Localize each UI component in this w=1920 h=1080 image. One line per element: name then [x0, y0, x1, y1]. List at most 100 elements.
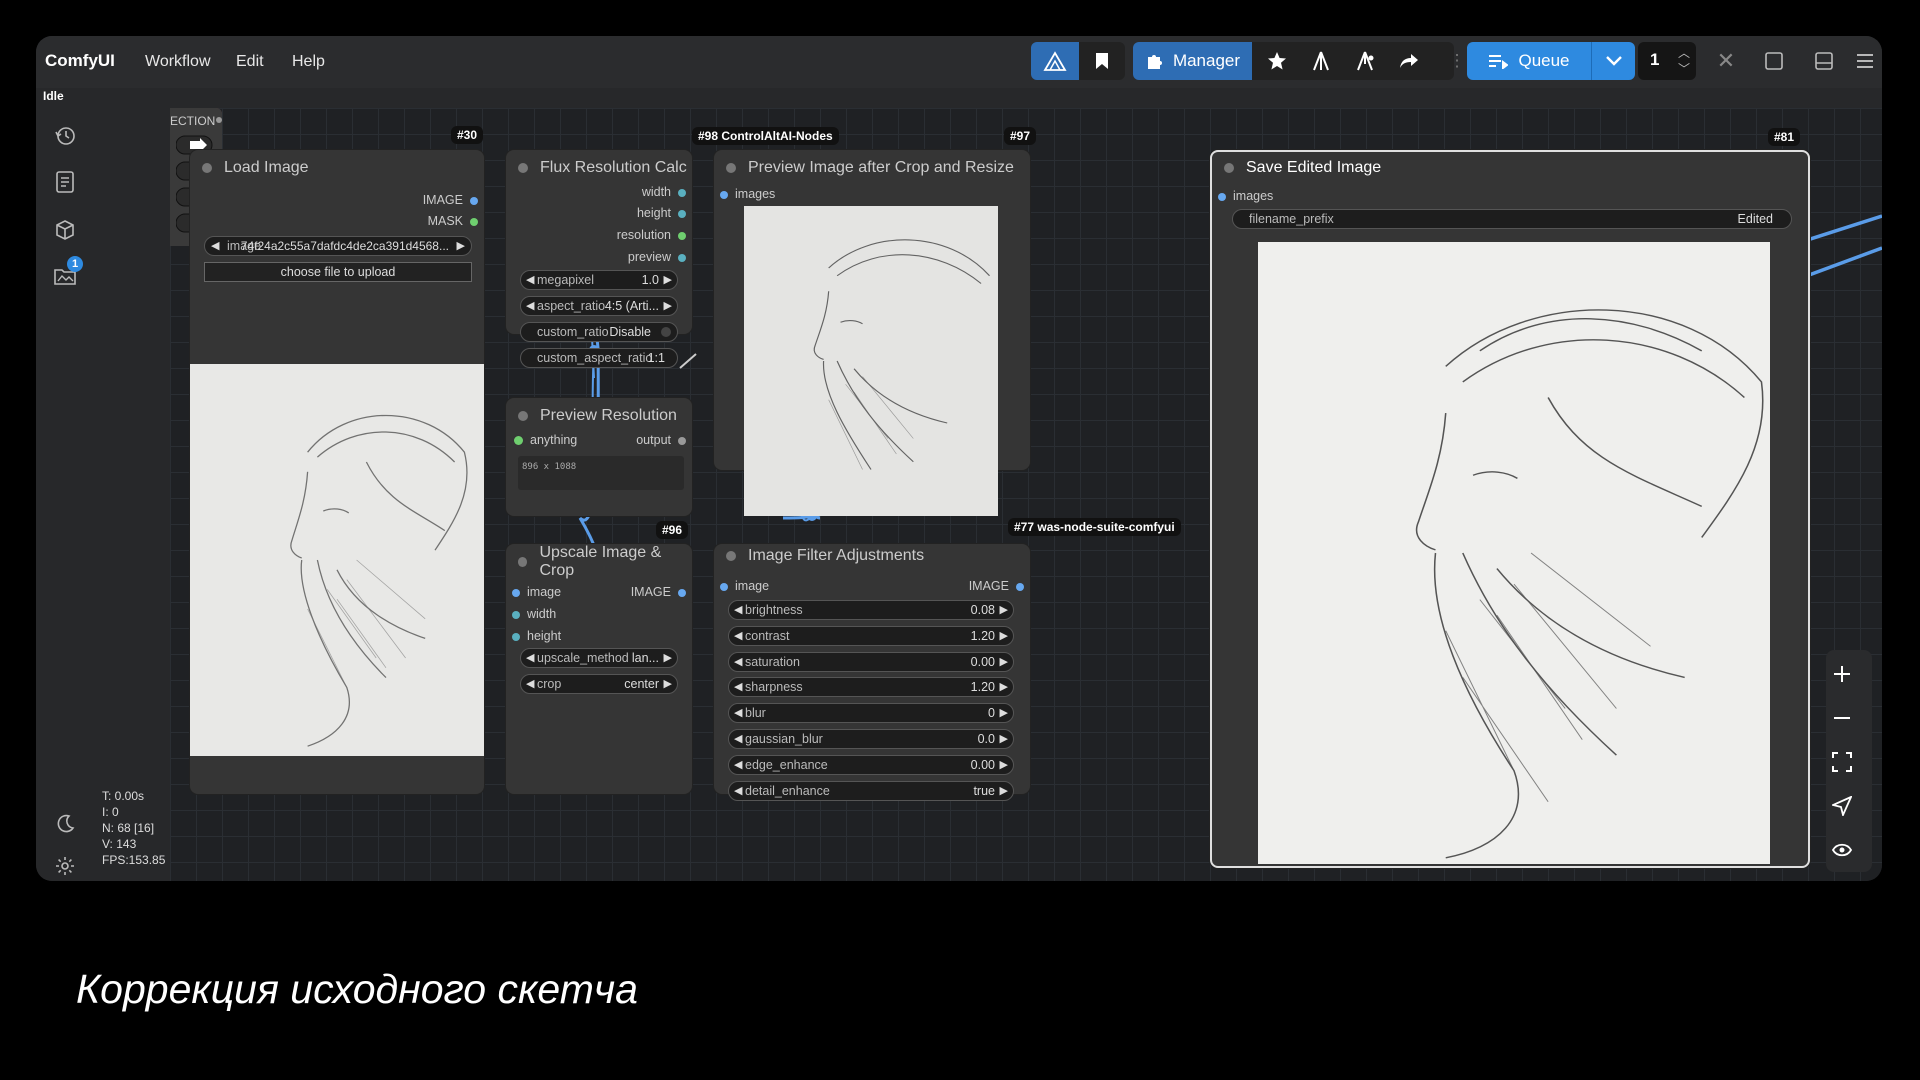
toolbar-drag-handle[interactable]: ⋮: [1448, 42, 1466, 80]
output-resolution[interactable]: resolution: [617, 227, 686, 243]
node-preview-image[interactable]: Preview Image after Crop and Resize imag…: [714, 150, 1030, 516]
crop-widget[interactable]: ◀ crop center ▶: [520, 674, 678, 694]
input-image[interactable]: image: [720, 578, 769, 594]
collapse-dot-icon[interactable]: [202, 163, 212, 173]
menu-workflow[interactable]: Workflow: [145, 53, 211, 71]
upload-button[interactable]: choose file to upload: [204, 262, 472, 282]
node-title[interactable]: Image Filter Adjustments: [726, 538, 924, 574]
menu-help[interactable]: Help: [292, 53, 325, 71]
comfy-logo-button[interactable]: [1031, 42, 1079, 80]
node-title[interactable]: Flux Resolution Calc: [518, 150, 687, 186]
arrow-right-icon[interactable]: ▶: [1000, 784, 1008, 797]
arrow-right-icon[interactable]: ▶: [1000, 706, 1008, 719]
share-button[interactable]: [1387, 42, 1431, 80]
arrow-left-icon[interactable]: ◀: [734, 784, 742, 797]
collapse-dot-icon[interactable]: [726, 163, 736, 173]
queue-images-button[interactable]: 1: [49, 256, 83, 292]
output-image[interactable]: IMAGE: [969, 578, 1024, 594]
node-flux-resolution-calc[interactable]: Flux Resolution Calc width height resolu…: [506, 150, 692, 342]
close-button[interactable]: ✕: [1704, 42, 1748, 80]
output-image[interactable]: IMAGE: [631, 584, 686, 600]
history-button[interactable]: [49, 120, 81, 152]
collapse-dot-icon[interactable]: [518, 411, 528, 421]
hamburger-menu-button[interactable]: [1848, 42, 1882, 80]
node-upscale-image-crop[interactable]: Upscale Image & Crop image width height …: [506, 544, 692, 794]
output-width[interactable]: width: [642, 184, 686, 200]
arrow-left-icon[interactable]: ◀: [734, 655, 742, 668]
input-anything[interactable]: anything: [514, 432, 577, 448]
node-title[interactable]: Save Edited Image: [1224, 150, 1381, 186]
filter-widget-sharpness[interactable]: ◀ sharpness 1.20 ▶: [728, 677, 1014, 698]
arrow-right-icon[interactable]: ▶: [1000, 655, 1008, 668]
collapse-dot-icon[interactable]: [726, 551, 736, 561]
queue-button[interactable]: Queue: [1467, 42, 1591, 80]
graph-canvas[interactable]: ECTION Load Image IMAGE MASK ◀ image 74f…: [170, 108, 1882, 881]
workflows-button[interactable]: [49, 166, 81, 198]
star-button[interactable]: [1255, 42, 1299, 80]
model-button-2[interactable]: [1343, 42, 1387, 80]
node-title[interactable]: Upscale Image & Crop: [518, 544, 692, 580]
menu-edit[interactable]: Edit: [236, 53, 264, 71]
output-mask[interactable]: MASK: [428, 213, 478, 229]
arrow-right-icon[interactable]: ▶: [1000, 758, 1008, 771]
upscale-method-widget[interactable]: ◀ upscale_method lan... ▶: [520, 648, 678, 668]
node-image-filter-adjustments[interactable]: Image Filter Adjustments image IMAGE ◀ br…: [714, 544, 1030, 801]
input-width[interactable]: width: [512, 606, 556, 622]
models-button[interactable]: [49, 214, 81, 246]
arrow-right-icon[interactable]: ▶: [1000, 680, 1008, 693]
megapixel-widget[interactable]: ◀ megapixel 1.0 ▶: [520, 270, 678, 290]
filename-prefix-widget[interactable]: filename_prefix Edited: [1232, 209, 1792, 229]
custom-ratio-toggle[interactable]: custom_ratio Disable: [520, 322, 678, 342]
toggle-links-button[interactable]: [1822, 830, 1862, 870]
batch-count-input[interactable]: 1 ︿ ﹀: [1638, 42, 1696, 80]
custom-aspect-ratio-widget[interactable]: custom_aspect_ratio 1:1: [520, 348, 678, 368]
node-title[interactable]: Load Image: [202, 150, 309, 186]
node-save-edited-image[interactable]: Save Edited Image images filename_prefix…: [1210, 150, 1810, 868]
arrow-left-icon[interactable]: ◀: [734, 758, 742, 771]
arrow-right-icon[interactable]: ▶: [1000, 732, 1008, 745]
input-images[interactable]: images: [1218, 188, 1273, 204]
filter-widget-brightness[interactable]: ◀ brightness 0.08 ▶: [728, 600, 1014, 620]
decrement-icon[interactable]: ﹀: [1678, 60, 1690, 77]
model-button-1[interactable]: [1299, 42, 1343, 80]
settings-button[interactable]: [49, 850, 81, 881]
input-image[interactable]: image: [512, 584, 561, 600]
arrow-right-icon[interactable]: ▶: [1000, 603, 1008, 616]
collapse-dot-icon[interactable]: [518, 557, 528, 567]
arrow-left-icon[interactable]: ◀: [734, 732, 742, 745]
queue-dropdown-button[interactable]: [1591, 42, 1635, 80]
output-height[interactable]: height: [637, 205, 686, 221]
zoom-in-button[interactable]: [1822, 654, 1862, 694]
filter-widget-saturation[interactable]: ◀ saturation 0.00 ▶: [728, 651, 1014, 672]
output-preview[interactable]: preview: [628, 249, 686, 265]
arrow-left-icon[interactable]: ◀: [734, 706, 742, 719]
filter-widget-blur[interactable]: ◀ blur 0 ▶: [728, 703, 1014, 724]
image-select-widget[interactable]: ◀ image 74f24a2c55a7dafdc4de2ca391d4568.…: [204, 236, 472, 256]
arrow-right-icon[interactable]: ▶: [1000, 629, 1008, 642]
arrow-left-icon[interactable]: ◀: [734, 629, 742, 642]
output-image[interactable]: IMAGE: [423, 192, 478, 208]
aspect-ratio-widget[interactable]: ◀ aspect_ratio 4:5 (Arti... ▶: [520, 296, 678, 316]
node-load-image[interactable]: Load Image IMAGE MASK ◀ image 74f24a2c55…: [190, 150, 484, 794]
node-title[interactable]: Preview Resolution: [518, 398, 677, 434]
output-output[interactable]: output: [636, 432, 686, 448]
panel-toggle-button[interactable]: [1752, 42, 1796, 80]
filter-widget-detail-enhance[interactable]: ◀ detail_enhance true ▶: [728, 780, 1014, 801]
collapse-dot-icon[interactable]: [1224, 163, 1234, 173]
arrow-left-icon[interactable]: ◀: [734, 680, 742, 693]
filter-widget-gaussian-blur[interactable]: ◀ gaussian_blur 0.0 ▶: [728, 729, 1014, 749]
fit-view-button[interactable]: [1822, 742, 1862, 782]
manager-button[interactable]: Manager: [1133, 42, 1252, 80]
arrow-left-icon[interactable]: ◀: [734, 603, 742, 616]
theme-toggle-button[interactable]: [49, 808, 81, 840]
input-images[interactable]: images: [720, 186, 775, 202]
filter-widget-contrast[interactable]: ◀ contrast 1.20 ▶: [728, 625, 1014, 646]
input-height[interactable]: height: [512, 628, 561, 644]
collapse-dot-icon[interactable]: [518, 163, 528, 173]
increment-icon[interactable]: ︿: [1678, 44, 1690, 61]
bookmark-button[interactable]: [1079, 42, 1125, 80]
node-preview-resolution[interactable]: Preview Resolution anything output 896 x…: [506, 398, 692, 516]
select-mode-button[interactable]: [1822, 786, 1862, 826]
zoom-out-button[interactable]: [1822, 698, 1862, 738]
bottom-panel-button[interactable]: [1802, 42, 1846, 80]
